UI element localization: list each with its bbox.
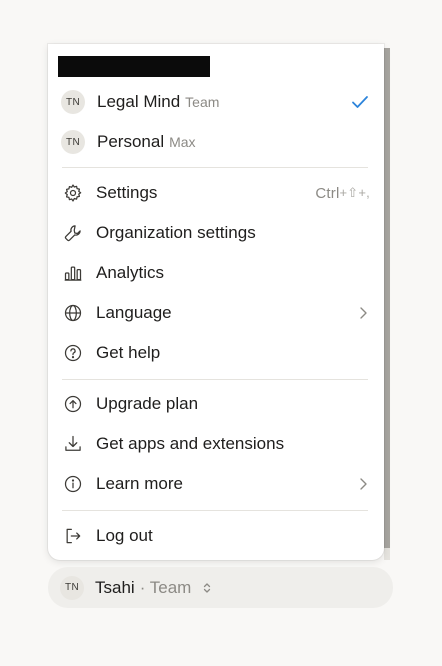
user-plan: · Team <box>139 577 192 597</box>
help-circle-icon <box>62 342 84 364</box>
menu-item-label: Language <box>96 303 172 322</box>
menu-item-label: Learn more <box>96 474 183 493</box>
scrollbar-thumb[interactable] <box>384 48 390 548</box>
account-plan: Max <box>169 134 196 150</box>
arrow-up-circle-icon <box>62 393 84 415</box>
chevron-right-icon <box>356 306 370 320</box>
menu-item-label: Upgrade plan <box>96 394 199 413</box>
menu-item-label: Get apps and extensions <box>96 434 285 453</box>
globe-icon <box>62 302 84 324</box>
keyboard-shortcut: Ctrl +⇧+, <box>315 185 370 202</box>
menu-item-log-out[interactable]: Log out <box>48 516 384 556</box>
bar-chart-icon <box>62 262 84 284</box>
account-switcher-button[interactable]: TN Tsahi · Team <box>48 567 393 608</box>
menu-item-label: Organization settings <box>96 223 256 242</box>
menu-item-upgrade-plan[interactable]: Upgrade plan <box>48 384 384 424</box>
divider <box>62 167 368 168</box>
menu-scrollbar[interactable] <box>384 48 390 560</box>
info-circle-icon <box>62 473 84 495</box>
user-name: Tsahi <box>95 577 135 597</box>
divider <box>62 379 368 380</box>
menu-item-language[interactable]: Language <box>48 293 384 333</box>
user-avatar: TN <box>60 575 84 600</box>
account-plan: Team <box>185 94 220 110</box>
download-icon <box>62 433 84 455</box>
menu-item-label: Log out <box>96 526 153 545</box>
menu-item-label: Get help <box>96 343 161 362</box>
chevron-right-icon <box>356 477 370 491</box>
menu-item-analytics[interactable]: Analytics <box>48 253 384 293</box>
menu-item-organization-settings[interactable]: Organization settings <box>48 213 384 253</box>
gear-icon <box>62 182 84 204</box>
account-option-legal-mind[interactable]: TN Legal Mind Team <box>48 82 384 122</box>
account-option-personal[interactable]: TN Personal Max <box>48 122 384 162</box>
account-name: Personal <box>97 132 165 151</box>
checkmark-icon <box>350 92 370 112</box>
shortcut-ctrl: Ctrl <box>315 184 340 202</box>
menu-item-settings[interactable]: Settings Ctrl +⇧+, <box>48 173 384 213</box>
divider <box>62 510 368 511</box>
account-avatar: TN <box>61 130 85 154</box>
account-name: Legal Mind <box>97 92 181 111</box>
menu-item-get-apps[interactable]: Get apps and extensions <box>48 424 384 464</box>
wrench-icon <box>62 222 84 244</box>
app-stage: TN Legal Mind Team TN Personal Max Setti… <box>0 0 442 666</box>
menu-item-label: Settings <box>96 183 158 202</box>
account-menu: TN Legal Mind Team TN Personal Max Setti… <box>48 44 384 560</box>
menu-item-learn-more[interactable]: Learn more <box>48 464 384 504</box>
menu-item-label: Analytics <box>96 263 165 282</box>
shortcut-keys: +⇧+, <box>339 185 370 200</box>
menu-item-get-help[interactable]: Get help <box>48 333 384 373</box>
redacted-email <box>58 56 210 77</box>
chevron-up-down-icon <box>201 581 213 595</box>
logout-icon <box>62 525 84 547</box>
account-avatar: TN <box>61 90 85 114</box>
